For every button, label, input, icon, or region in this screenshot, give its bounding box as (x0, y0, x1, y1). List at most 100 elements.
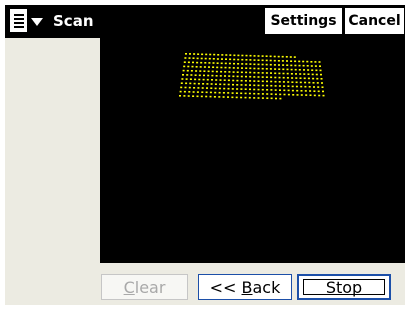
scan-point (261, 76, 264, 78)
scan-point (232, 71, 235, 73)
scan-point (296, 89, 299, 92)
scan-point (312, 77, 315, 80)
scan-point (222, 92, 225, 94)
scan-point (318, 61, 321, 63)
scan-point (274, 85, 277, 87)
scan-point (200, 61, 203, 64)
scan-point (214, 87, 217, 90)
scan-point (253, 67, 256, 70)
scan-point (305, 94, 308, 96)
scan-point (261, 67, 264, 70)
scan-point (207, 74, 210, 77)
scan-point (279, 89, 281, 91)
scan-point (291, 81, 294, 83)
scan-point (253, 76, 256, 78)
scan-point (261, 63, 264, 66)
scan-point (277, 60, 280, 62)
scan-point (290, 68, 293, 71)
scan-point (184, 86, 187, 89)
scan-point (236, 75, 239, 78)
scan-point (248, 96, 251, 99)
scan-point (322, 90, 324, 93)
scan-point (198, 78, 201, 81)
scan-point (253, 97, 256, 99)
scan-point (197, 53, 200, 55)
scan-point (289, 56, 292, 58)
scan-point (274, 76, 277, 79)
scan-point (306, 65, 309, 67)
scan-point (281, 55, 284, 58)
scan-point (188, 57, 191, 59)
scan-point (183, 65, 186, 68)
scan-point (218, 91, 221, 94)
scan-point (249, 54, 252, 57)
scan-point (192, 91, 195, 93)
scan-point (261, 97, 264, 99)
scan-point (253, 63, 256, 66)
scan-point (308, 86, 311, 88)
scan-point (232, 83, 234, 86)
scan-point (217, 54, 220, 56)
scan-point (191, 65, 194, 68)
scan-point (261, 59, 264, 62)
scan-point (187, 65, 190, 68)
scan-point (203, 66, 206, 68)
scan-point (196, 95, 199, 98)
scan-point (270, 93, 273, 95)
scan-point (294, 60, 297, 63)
scan-point (237, 58, 240, 61)
scan-point (210, 87, 213, 89)
settings-button[interactable]: Settings (264, 7, 343, 35)
scan-point (270, 97, 273, 100)
scan-point (221, 58, 223, 60)
scan-point (189, 78, 192, 80)
scan-point (202, 78, 205, 81)
scan-point (240, 92, 243, 95)
scan-point (316, 82, 319, 84)
scan-point (293, 56, 296, 58)
scan-point (210, 83, 213, 85)
scan-point (236, 67, 239, 69)
scan-point (180, 86, 183, 89)
scan-point (287, 93, 290, 96)
scan-point (207, 70, 210, 73)
scan-point (237, 54, 240, 57)
scan-point (315, 69, 318, 72)
scan-point (253, 92, 256, 95)
start-menu-button[interactable] (5, 8, 53, 36)
scan-point (313, 90, 316, 92)
scan-point (201, 91, 204, 93)
scan-point (270, 72, 272, 74)
scan-point (237, 63, 240, 65)
scan-point (224, 71, 227, 73)
scan-point-view[interactable] (100, 38, 405, 263)
scan-point (296, 94, 299, 96)
scan-point (295, 77, 298, 79)
scan-point (310, 65, 313, 67)
scan-point (223, 83, 226, 86)
scan-point (185, 78, 188, 80)
scan-point (295, 85, 298, 88)
scan-point (209, 53, 212, 56)
scan-point (225, 54, 228, 56)
scan-point (270, 89, 273, 91)
cancel-button[interactable]: Cancel (344, 7, 405, 35)
scan-point (183, 90, 186, 93)
scan-point (208, 57, 211, 60)
scan-point (265, 63, 268, 66)
scan-point (198, 74, 201, 77)
scan-point (245, 71, 248, 74)
back-button[interactable]: << Back (198, 274, 292, 300)
scan-point (215, 70, 218, 73)
scan-point (278, 85, 281, 87)
scan-point (185, 82, 188, 85)
scan-point (224, 75, 226, 77)
scan-point (227, 96, 229, 98)
scan-point (225, 58, 227, 60)
scan-point (266, 89, 269, 91)
scan-point (221, 54, 224, 56)
scan-point (265, 55, 268, 57)
scan-points (179, 53, 325, 100)
side-panel (5, 38, 100, 305)
stop-button[interactable]: Stop (297, 274, 391, 300)
